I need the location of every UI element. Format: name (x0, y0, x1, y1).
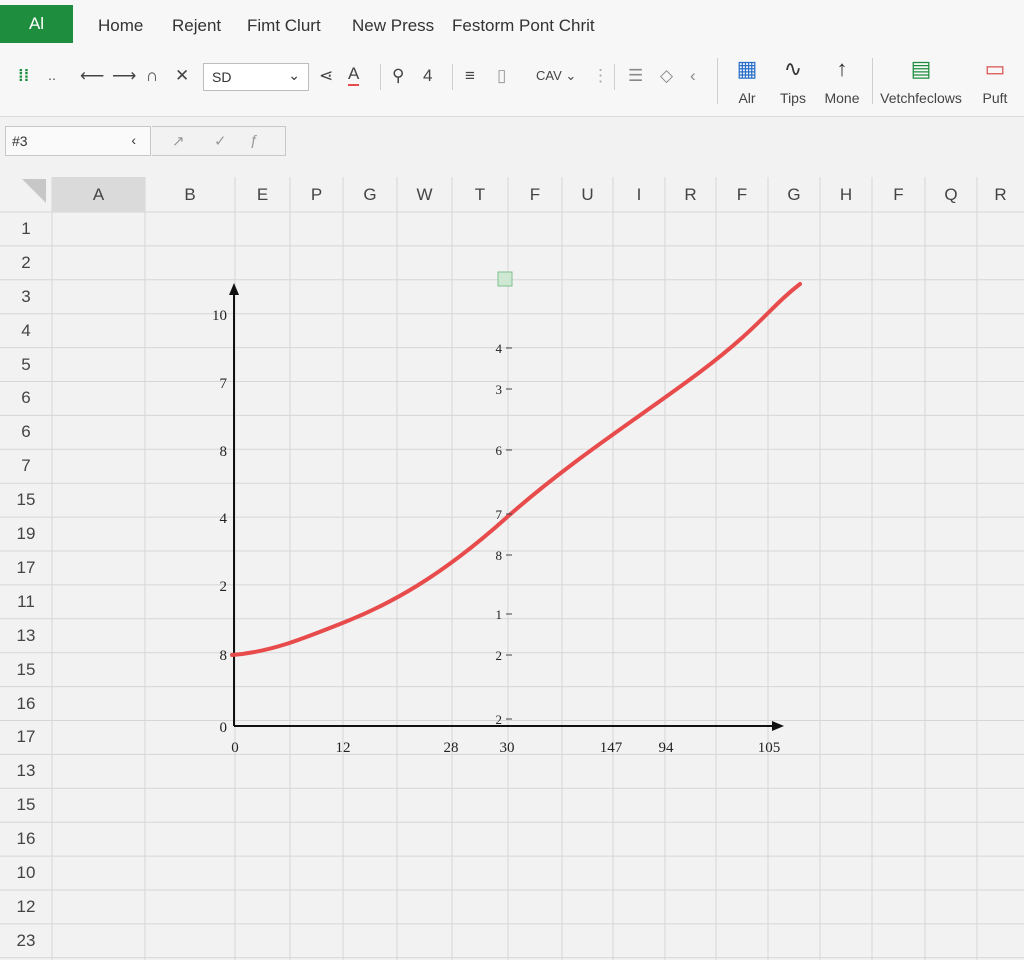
menu-new-press[interactable]: New Press (352, 16, 434, 36)
formula-bar: #3 ‹ ↗ ✓ ƒ (0, 124, 1024, 158)
y-tick-label: 4 (220, 511, 228, 527)
spreadsheet-grid[interactable]: ABEPGWTFUIRFGHFQR 1 2 3 4 5 6 6 7 15 19 17 11 13 15 16… (0, 177, 1024, 960)
menu-home[interactable]: Home (98, 16, 143, 36)
shapes-icon[interactable]: ◇ (660, 64, 673, 88)
font-select-value: SD (212, 69, 232, 85)
x-tick-label: 28 (444, 740, 459, 756)
chevron-left-icon[interactable]: ‹ (690, 64, 696, 88)
tool-mone-label: Mone (824, 90, 860, 106)
y2-tick-label: 1 (496, 607, 503, 622)
format-icon[interactable]: ∩ (146, 64, 158, 88)
x-tick-label: 147 (600, 740, 623, 756)
y-tick-label: 7 (220, 376, 228, 392)
redo-icon[interactable]: ⟶ (112, 64, 136, 88)
app-badge[interactable]: Al (0, 5, 73, 43)
separator (380, 64, 381, 90)
font-select[interactable]: SD ⌄ (203, 63, 309, 91)
share-icon[interactable]: ⋖ (319, 64, 333, 88)
function-icon[interactable]: ƒ (250, 132, 258, 149)
number-format-icon[interactable]: 4 (423, 64, 432, 88)
y2-tick-label: 3 (496, 382, 503, 397)
tool-puft-label: Puft (982, 90, 1008, 106)
tool-vetchfeclows[interactable]: ▤ Vetchfeclows (880, 54, 962, 106)
y2-tick-label: 2 (496, 712, 503, 727)
x-tick-label: 0 (231, 740, 239, 756)
menu-festorm-pont-chrit[interactable]: Festorm Pont Chrit (452, 16, 595, 36)
chevron-down-icon: ⌄ (288, 67, 300, 83)
text-color-icon[interactable]: A (348, 64, 360, 86)
chevron-left-icon: ‹ (131, 132, 136, 148)
x-tick-label: 94 (659, 740, 675, 756)
check-icon[interactable]: ✓ (214, 132, 227, 150)
align-icon[interactable]: ≡ (465, 64, 475, 88)
present-icon: ▭ (984, 56, 1006, 81)
tool-mone[interactable]: ↑ Mone (809, 54, 875, 106)
undo-icon[interactable]: ⟵ (80, 64, 104, 88)
chart-handle-icon[interactable] (497, 271, 513, 287)
y-tick-label: 10 (212, 308, 227, 324)
separator (872, 58, 873, 104)
x-tick-label: 30 (500, 740, 515, 756)
x-axis-arrow (772, 721, 784, 731)
arrow-up-icon: ↑ (836, 56, 848, 81)
formula-actions: ↗ ✓ ƒ (152, 126, 286, 156)
y-tick-label: 2 (220, 579, 228, 595)
close-icon[interactable]: ✕ (175, 64, 189, 88)
y2-tick-label: 2 (496, 648, 503, 663)
y-axis-arrow (229, 283, 239, 295)
more-icon[interactable]: ‥ (48, 64, 56, 88)
list-icon[interactable]: ☰ (628, 64, 643, 88)
y2-tick-label: 7 (496, 507, 503, 522)
menu-rejent[interactable]: Rejent (172, 16, 221, 36)
y-tick-label: 0 (220, 720, 228, 736)
name-box-value: #3 (12, 133, 28, 149)
separator (452, 64, 453, 90)
clipboard-icon[interactable]: ▯ (497, 64, 506, 88)
y2-tick-label: 4 (496, 341, 503, 356)
menubar: Al Home Rejent Fimt Clurt New Press Fest… (0, 0, 1024, 50)
line-chart[interactable]: 0 12 28 30 147 94 105 10784280 43678122 (0, 177, 1024, 960)
cav-dropdown[interactable]: CAV ⌄ (536, 64, 576, 88)
x-tick-label: 105 (758, 740, 781, 756)
link-icon[interactable]: ⚲ (392, 64, 404, 88)
grid-icon[interactable]: ⁞⁞ (18, 64, 29, 88)
cancel-icon[interactable]: ↗ (172, 132, 185, 150)
separator (614, 64, 615, 90)
menu-fimt-clurt[interactable]: Fimt Clurt (247, 16, 321, 36)
y2-tick-label: 6 (496, 443, 503, 458)
cav-label: CAV (536, 68, 562, 83)
y2-tick-label: 8 (496, 548, 503, 563)
table-chart-icon: ▤ (910, 56, 932, 81)
y-tick-label: 8 (220, 648, 228, 664)
tool-vetchfeclows-label: Vetchfeclows (880, 90, 962, 106)
tool-puft[interactable]: ▭ Puft (962, 54, 1024, 106)
y-tick-label: 8 (220, 444, 228, 460)
more-vert-icon[interactable]: ⋮ (592, 64, 609, 88)
x-tick-label: 12 (336, 740, 351, 756)
toolbar: ⁞⁞ ‥ ⟵ ⟶ ∩ ✕ SD ⌄ ⋖ A ⚲ 4 ≡ ▯ CAV ⌄ ⋮ ☰ … (0, 50, 1024, 117)
series-line (230, 282, 802, 657)
name-box[interactable]: #3 ‹ (5, 126, 151, 156)
